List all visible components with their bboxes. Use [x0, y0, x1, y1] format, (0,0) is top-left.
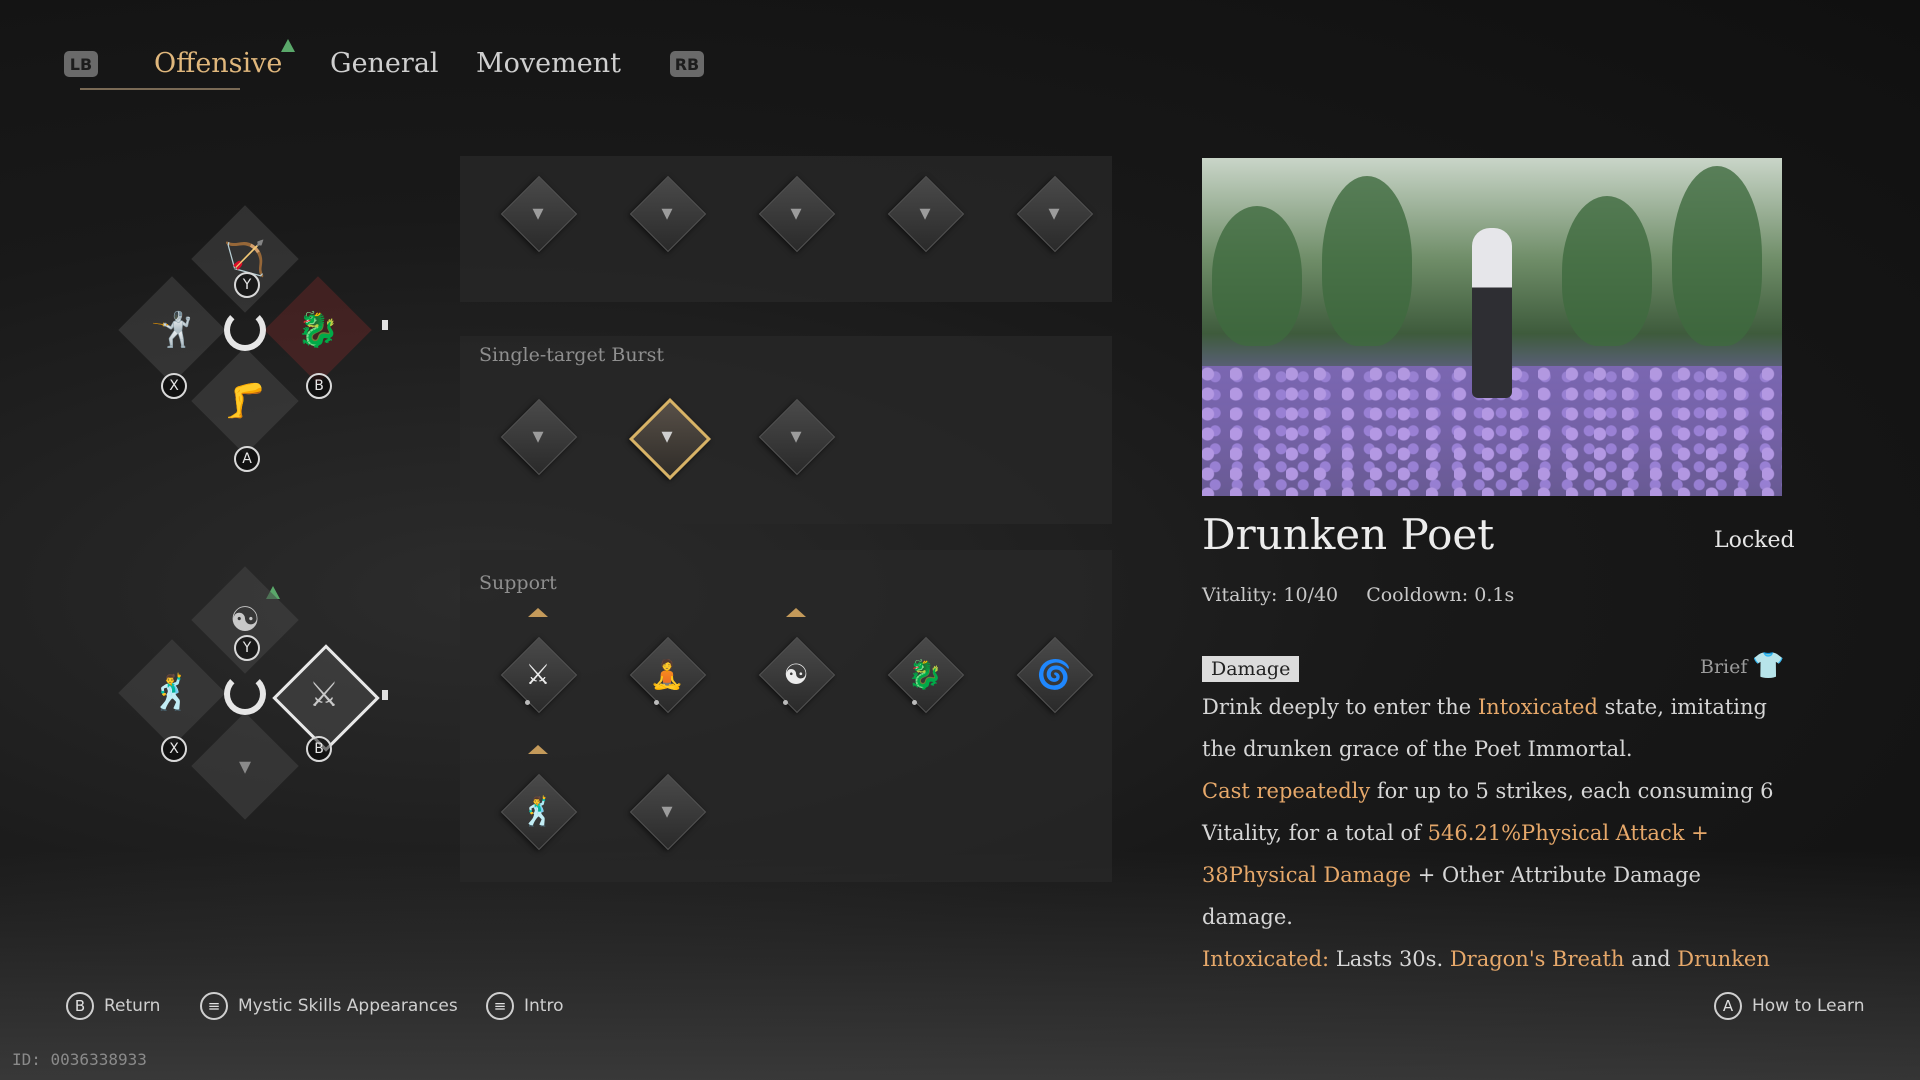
menu-icon: ≡	[200, 992, 228, 1020]
desc-text: Drink deeply to enter the	[1202, 695, 1478, 719]
rb-button[interactable]: RB	[670, 51, 704, 77]
locked-slot-icon: ▾	[790, 423, 802, 449]
locked-slot-icon: ▾	[1048, 200, 1060, 226]
tab-movement[interactable]: Movement	[476, 48, 621, 79]
kick-figure-icon: 🦵	[223, 381, 267, 421]
appearances-label: Mystic Skills Appearances	[238, 996, 458, 1016]
section-label-burst: Single-target Burst	[479, 344, 665, 366]
desc-highlight: Dragon's Breath	[1449, 947, 1625, 971]
character-figure	[1472, 228, 1512, 398]
locked-slot-icon: ▾	[790, 200, 802, 226]
intro-label: Intro	[524, 996, 564, 1016]
b-button-icon: B	[66, 992, 94, 1020]
b-button-icon: B	[306, 373, 332, 399]
locked-slot-icon: ▾	[532, 200, 544, 226]
how-to-learn-button[interactable]: A How to Learn	[1714, 992, 1864, 1020]
desc-text: Lasts 30s.	[1329, 947, 1450, 971]
dancing-figure-icon: 🕺	[520, 794, 556, 828]
swirl-icon: 🌀	[1036, 657, 1072, 691]
skill-description: Drink deeply to enter the Intoxicated st…	[1202, 686, 1792, 980]
skills-panel-support: Support ⚔ 🧘 ☯ 🐉 🌀 🕺 ▾	[460, 550, 1112, 882]
crossed-swords-icon: ⚔	[308, 675, 340, 715]
cooldown-stat: Cooldown: 0.1s	[1366, 584, 1515, 606]
tab-offensive[interactable]: Offensive	[154, 48, 282, 79]
locked-slot-icon: ▾	[238, 752, 252, 780]
intro-button[interactable]: ≡ Intro	[486, 992, 563, 1020]
locked-slot-icon: ▾	[661, 423, 673, 449]
side-marker	[382, 690, 388, 700]
tree	[1212, 206, 1302, 346]
dancing-figure-icon: 🕺	[150, 673, 194, 713]
skill-title: Drunken Poet	[1202, 510, 1495, 559]
x-button-icon: X	[161, 736, 187, 762]
equipped-dot	[654, 700, 659, 705]
meditating-figure-icon: 🧘	[649, 657, 685, 691]
skills-panel-burst: Single-target Burst ▾ ▾ ▾	[460, 336, 1112, 524]
yin-yang-icon: ☯	[783, 657, 809, 691]
b-button-icon: B	[306, 736, 332, 762]
new-indicator-icon	[281, 39, 295, 52]
desc-highlight: Cast repeatedly	[1202, 779, 1371, 803]
menu-icon: ≡	[486, 992, 514, 1020]
return-button[interactable]: B Return	[66, 992, 160, 1020]
equipped-dot	[912, 700, 917, 705]
session-id: ID: 0036338933	[12, 1050, 147, 1069]
upgrade-indicator-icon	[528, 608, 548, 617]
lb-button[interactable]: LB	[64, 51, 98, 77]
wheel-ring-icon	[224, 309, 266, 351]
appearances-button[interactable]: ≡ Mystic Skills Appearances	[200, 992, 458, 1020]
lock-status: Locked	[1714, 528, 1795, 553]
y-button-icon: Y	[234, 272, 260, 298]
tab-underline	[80, 88, 240, 90]
dragon-claw-icon: 🐉	[296, 310, 340, 350]
upgrade-indicator-icon	[786, 608, 806, 617]
locked-slot-icon: ▾	[532, 423, 544, 449]
y-button-icon: Y	[234, 635, 260, 661]
brief-toggle-label[interactable]: Brief	[1700, 656, 1747, 678]
shirt-icon[interactable]: 👕	[1752, 652, 1784, 680]
return-label: Return	[104, 996, 161, 1016]
section-label-support: Support	[479, 572, 557, 594]
leaping-figure-icon: 🤺	[150, 310, 194, 350]
tree	[1562, 196, 1652, 346]
dragon-icon: 🐉	[907, 657, 943, 691]
x-button-icon: X	[161, 373, 187, 399]
tree	[1672, 166, 1762, 346]
skill-preview-video	[1202, 158, 1782, 496]
how-to-learn-label: How to Learn	[1752, 996, 1865, 1016]
locked-slot-icon: ▾	[661, 200, 673, 226]
desc-highlight: Intoxicated:	[1202, 947, 1330, 971]
side-marker	[382, 320, 388, 330]
skill-stats: Vitality: 10/40 Cooldown: 0.1s	[1202, 584, 1536, 606]
desc-highlight: Drunken	[1677, 947, 1770, 971]
wheel-ring-icon	[224, 673, 266, 715]
vitality-stat: Vitality: 10/40	[1202, 584, 1339, 606]
desc-highlight: Intoxicated	[1477, 695, 1598, 719]
tree	[1322, 176, 1412, 346]
equipped-dot	[525, 700, 530, 705]
damage-tag: Damage	[1202, 656, 1300, 682]
crossed-swords-icon: ⚔	[525, 657, 551, 691]
a-button-icon: A	[234, 446, 260, 472]
desc-text: and	[1624, 947, 1678, 971]
locked-slot-icon: ▾	[919, 200, 931, 226]
skills-panel-top: ▾ ▾ ▾ ▾ ▾	[460, 156, 1112, 302]
tab-general[interactable]: General	[330, 48, 439, 79]
equipped-dot	[783, 700, 788, 705]
upgrade-indicator-icon	[528, 745, 548, 754]
a-button-icon: A	[1714, 992, 1742, 1020]
locked-slot-icon: ▾	[661, 798, 673, 824]
